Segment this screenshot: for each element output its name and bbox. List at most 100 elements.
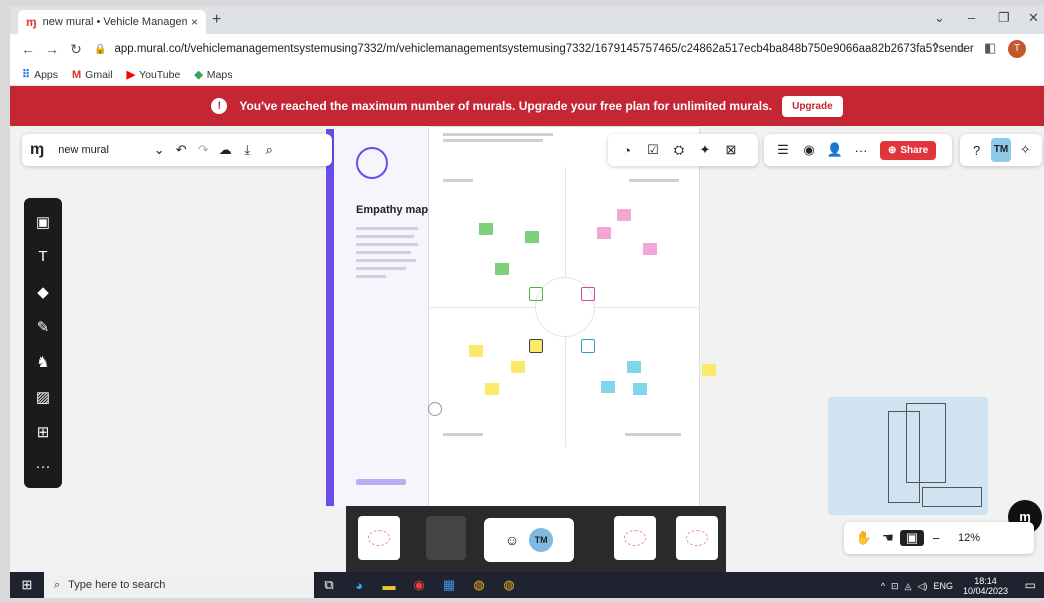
ai-sparkle-icon[interactable]: ✧	[1015, 142, 1036, 158]
file-explorer-icon[interactable]: ▬	[374, 578, 404, 593]
reload-icon[interactable]: ↻	[64, 41, 88, 58]
new-tab-button[interactable]: +	[212, 11, 221, 29]
chevron-down-icon[interactable]: ⌄	[148, 142, 170, 158]
store-icon[interactable]: ▦	[434, 577, 464, 593]
windows-start-icon[interactable]: ⊞	[10, 577, 44, 593]
more-options-icon[interactable]: ···	[848, 143, 874, 158]
bookmark-apps[interactable]: ⠿ Apps	[22, 68, 58, 82]
voting-panel[interactable]: ☺ TM	[484, 518, 574, 562]
chrome-icon[interactable]: ◍	[464, 577, 494, 593]
redo-icon[interactable]: ↷	[192, 142, 214, 158]
image-tool-icon[interactable]: ▨	[24, 379, 62, 414]
search-icon[interactable]: ⌕	[258, 142, 280, 158]
voter-avatar[interactable]: TM	[529, 528, 554, 552]
text-tool-icon[interactable]: T	[24, 239, 62, 274]
share-icon: ⊕	[888, 144, 897, 156]
office-icon[interactable]: ◉	[404, 577, 434, 593]
bookmark-star-icon[interactable]: ☆	[956, 40, 968, 56]
sticky-note[interactable]	[633, 383, 647, 395]
url-field[interactable]: 🔒 app.mural.co/t/vehiclemanagementsystem…	[94, 38, 974, 60]
browser-tab[interactable]: ɱ new mural • Vehicle Managemen ×	[18, 10, 206, 34]
select-mode-icon[interactable]: ☚	[876, 530, 900, 546]
timer-icon[interactable]: ◔	[614, 143, 640, 158]
upgrade-button[interactable]: Upgrade	[782, 95, 843, 117]
more-tools-icon[interactable]: ···	[24, 449, 62, 484]
task-view-icon[interactable]: ⧉	[314, 577, 344, 593]
maximize-icon[interactable]: ❐	[998, 10, 1010, 26]
members-icon[interactable]: 👤	[822, 142, 848, 158]
reaction-smile-icon[interactable]: ☺	[505, 532, 519, 548]
sticky-note[interactable]	[702, 364, 716, 376]
close-window-icon[interactable]: ✕	[1028, 10, 1039, 26]
minimap-toggle-icon[interactable]: ▣	[900, 530, 924, 546]
zoom-level[interactable]: 12%	[958, 532, 980, 544]
notifications-icon[interactable]: ▭	[1025, 578, 1036, 592]
back-arrow-icon[interactable]: ←	[16, 41, 40, 57]
template-thumbnail[interactable]	[614, 516, 656, 560]
mural-name[interactable]: new mural	[58, 144, 148, 156]
private-mode-icon[interactable]: ⛭	[666, 142, 692, 158]
undo-icon[interactable]: ↶	[170, 142, 192, 158]
volume-icon[interactable]: ◁)	[918, 581, 928, 592]
forward-arrow-icon[interactable]: →	[40, 41, 64, 57]
comments-icon[interactable]: ◉	[796, 142, 822, 158]
tab-search-icon[interactable]: ⌄	[934, 10, 945, 26]
sticky-note[interactable]	[627, 361, 641, 373]
minimize-icon[interactable]: –	[968, 10, 975, 25]
share-page-icon[interactable]: ⇪	[930, 40, 941, 56]
empathy-map-board[interactable]	[428, 126, 700, 511]
taskbar-search[interactable]: ⌕ Type here to search	[44, 572, 314, 598]
llama-tool-icon[interactable]: ♞	[24, 344, 62, 379]
sticky-note[interactable]	[525, 231, 539, 243]
sticky-note[interactable]	[601, 381, 615, 393]
bookmark-youtube[interactable]: ▶ YouTube	[127, 68, 181, 82]
template-thumbnail[interactable]	[426, 516, 466, 560]
thumbnail-preview	[686, 530, 708, 546]
sticky-note[interactable]	[597, 227, 611, 239]
template-link[interactable]	[356, 479, 406, 485]
cloud-sync-icon[interactable]: ☁	[214, 142, 236, 158]
template-thumbnail[interactable]	[358, 516, 400, 560]
minimap[interactable]	[828, 397, 988, 515]
edge-icon[interactable]: ◕	[344, 578, 374, 593]
tab-close-icon[interactable]: ×	[191, 15, 198, 29]
tab-title: new mural • Vehicle Managemen	[42, 16, 187, 28]
lock-board-icon[interactable]: ⊠	[718, 142, 744, 158]
zoom-out-icon[interactable]: −	[924, 531, 948, 546]
user-avatar[interactable]: TM	[991, 138, 1011, 162]
share-button[interactable]: ⊕ Share	[880, 140, 937, 160]
chrome-profile-icon[interactable]: ◍	[494, 577, 524, 593]
laser-icon[interactable]: ✦	[692, 142, 718, 158]
export-icon[interactable]: ⤓	[236, 142, 258, 158]
do-quadrant-icon	[529, 339, 543, 353]
draw-tool-icon[interactable]: ✎	[24, 309, 62, 344]
sticky-note[interactable]	[485, 383, 499, 395]
mural-canvas[interactable]: Empathy map ɱ new mural ⌄ ↶ ↷ ☁ ⤓ ⌕ ▣ T …	[10, 126, 1044, 572]
url-text: app.mural.co/t/vehiclemanagementsystemus…	[114, 43, 974, 55]
sticky-note[interactable]	[643, 243, 657, 255]
outline-icon[interactable]: ☰	[770, 142, 796, 158]
shapes-tool-icon[interactable]: ◆	[24, 274, 62, 309]
wifi-icon[interactable]: ◬	[905, 581, 912, 592]
templates-tool-icon[interactable]: ⊞	[24, 414, 62, 449]
profile-avatar[interactable]: T	[1008, 40, 1026, 58]
bookmark-maps[interactable]: ◆ Maps	[194, 68, 232, 82]
network-icon[interactable]: ⊡	[891, 581, 899, 592]
sticky-note[interactable]	[617, 209, 631, 221]
sticky-note[interactable]	[469, 345, 483, 357]
sticky-note[interactable]	[495, 263, 509, 275]
mural-logo-icon[interactable]: ɱ	[30, 141, 44, 159]
side-panel-icon[interactable]: ◧	[984, 40, 996, 56]
clock[interactable]: 18:14 10/04/2023	[963, 576, 1008, 596]
sticky-note-tool-icon[interactable]: ▣	[24, 204, 62, 239]
bookmark-gmail[interactable]: M Gmail	[72, 69, 113, 81]
template-thumbnail[interactable]	[676, 516, 718, 560]
facilitation-toolbar: ◔ ☑ ⛭ ✦ ⊠	[608, 134, 758, 166]
hand-pan-icon[interactable]: ✋	[852, 530, 876, 546]
sticky-note[interactable]	[511, 361, 525, 373]
language-indicator[interactable]: ENG	[933, 581, 953, 591]
voting-icon[interactable]: ☑	[640, 142, 666, 158]
tray-expand-icon[interactable]: ^	[881, 581, 885, 591]
help-icon[interactable]: ?	[966, 143, 987, 158]
sticky-note[interactable]	[479, 223, 493, 235]
